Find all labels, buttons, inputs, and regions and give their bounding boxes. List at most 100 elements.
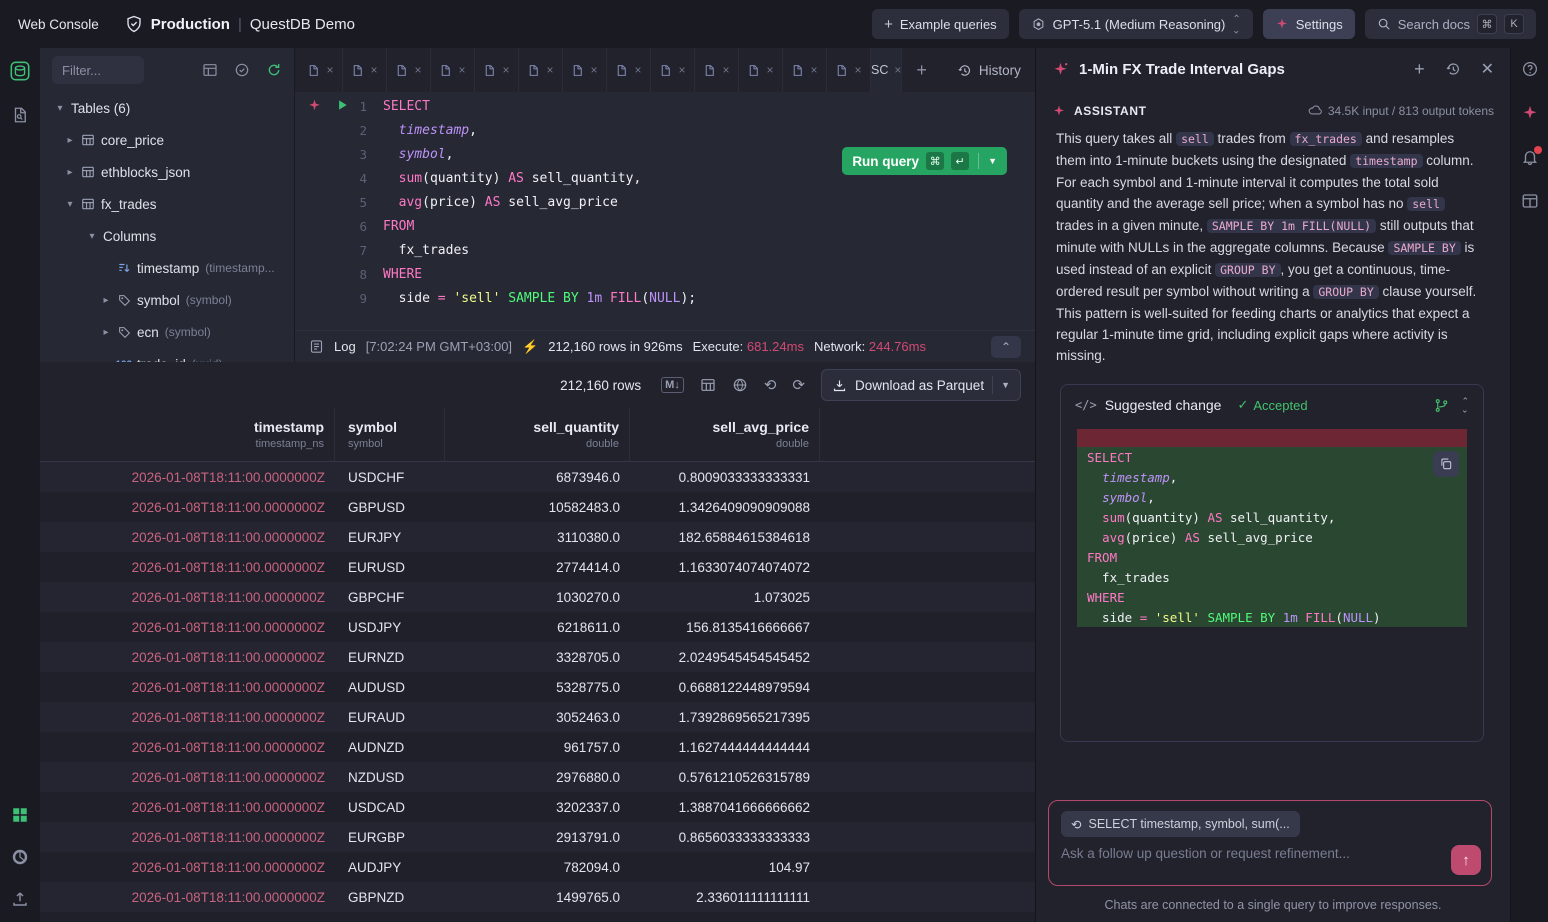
table-row[interactable]: 2026-01-08T18:11:00.0000000ZGBPUSD105824… bbox=[40, 492, 1035, 522]
table-row[interactable]: 2026-01-08T18:11:00.0000000ZAUDUSD532877… bbox=[40, 672, 1035, 702]
code-line-7[interactable]: 7 fx_trades bbox=[295, 238, 1035, 262]
chat-input-box[interactable]: ⟲ SELECT timestamp, symbol, sum(... ↑ bbox=[1048, 800, 1492, 886]
editor-tab[interactable]: × bbox=[607, 48, 651, 92]
git-branch-icon[interactable] bbox=[1434, 398, 1449, 413]
instance-selector[interactable]: Production | QuestDB Demo bbox=[125, 15, 355, 33]
code-line-6[interactable]: 6FROM bbox=[295, 214, 1035, 238]
close-tab-icon[interactable]: × bbox=[546, 63, 553, 77]
table-row[interactable]: 2026-01-08T18:11:00.0000000ZGBPCHF103027… bbox=[40, 582, 1035, 612]
file-search-icon[interactable] bbox=[11, 106, 29, 124]
close-tab-icon[interactable]: × bbox=[766, 63, 773, 77]
column-header-timestamp[interactable]: timestamp timestamp_ns bbox=[40, 408, 335, 461]
table-row[interactable]: 2026-01-08T18:11:00.0000000ZGBPNZD149976… bbox=[40, 882, 1035, 912]
table-row[interactable]: 2026-01-08T18:11:00.0000000ZUSDCAD320233… bbox=[40, 792, 1035, 822]
grid-icon[interactable] bbox=[700, 377, 716, 393]
schema-table-core_price[interactable]: ▸core_price bbox=[40, 124, 294, 156]
code-line-9[interactable]: 9 side = 'sell' SAMPLE BY 1m FILL(NULL); bbox=[295, 286, 1035, 310]
table-row[interactable]: 2026-01-08T18:11:00.0000000ZAUDJPY782094… bbox=[40, 852, 1035, 882]
code-editor[interactable]: 1SELECT2 timestamp,3 symbol,4 sum(quanti… bbox=[295, 92, 1035, 330]
log-label[interactable]: Log bbox=[334, 339, 356, 354]
table-row[interactable]: 2026-01-08T18:11:00.0000000ZEURUSD277441… bbox=[40, 552, 1035, 582]
layout-columns-icon[interactable] bbox=[1521, 192, 1539, 210]
table-row[interactable]: 2026-01-08T18:11:00.0000000ZEURJPY311038… bbox=[40, 522, 1035, 552]
editor-tab[interactable]: × bbox=[739, 48, 783, 92]
code-line-1[interactable]: 1SELECT bbox=[295, 94, 1035, 118]
close-tab-icon[interactable]: × bbox=[370, 63, 377, 77]
new-tab-button[interactable]: + bbox=[902, 48, 941, 92]
close-chat-icon[interactable]: ✕ bbox=[1481, 59, 1494, 79]
editor-tab[interactable]: × bbox=[651, 48, 695, 92]
chat-history-icon[interactable] bbox=[1445, 61, 1461, 77]
run-query-button[interactable]: Run query ⌘ ↵ ▼ bbox=[842, 147, 1007, 175]
column-header-symbol[interactable]: symbol symbol bbox=[335, 408, 445, 461]
schema-table-fx_trades[interactable]: ▾fx_trades bbox=[40, 188, 294, 220]
close-tab-icon[interactable]: × bbox=[678, 63, 685, 77]
model-selector[interactable]: GPT-5.1 (Medium Reasoning) ⌃⌃ bbox=[1019, 9, 1253, 39]
refresh-icon[interactable]: ⟳ bbox=[792, 376, 805, 394]
undo-icon[interactable]: ⟲ bbox=[764, 376, 777, 394]
notifications-bell-icon[interactable] bbox=[1521, 148, 1539, 166]
grid-view-icon[interactable] bbox=[11, 806, 29, 824]
tables-root[interactable]: ▾ Tables (6) bbox=[40, 92, 294, 124]
refresh-icon[interactable] bbox=[266, 62, 282, 78]
filter-input[interactable] bbox=[52, 56, 144, 84]
editor-tab[interactable]: × bbox=[695, 48, 739, 92]
code-line-5[interactable]: 5 avg(price) AS sell_avg_price bbox=[295, 190, 1035, 214]
table-row[interactable]: 2026-01-08T18:11:00.0000000ZEURNZD332870… bbox=[40, 642, 1035, 672]
settings-button[interactable]: Settings bbox=[1263, 9, 1355, 39]
close-tab-icon[interactable]: × bbox=[810, 63, 817, 77]
expand-icon[interactable]: ⌃⌃ bbox=[1461, 398, 1469, 412]
chevron-down-icon[interactable]: ▼ bbox=[988, 156, 997, 166]
table-row[interactable]: 2026-01-08T18:11:00.0000000ZEURAUD305246… bbox=[40, 702, 1035, 732]
ai-sparkle-icon[interactable] bbox=[307, 98, 322, 113]
code-line-2[interactable]: 2 timestamp, bbox=[295, 118, 1035, 142]
copy-icon[interactable] bbox=[1433, 451, 1459, 477]
editor-tab[interactable]: × bbox=[563, 48, 607, 92]
send-button[interactable]: ↑ bbox=[1451, 845, 1481, 875]
editor-tab[interactable]: × bbox=[343, 48, 387, 92]
chevron-down-icon[interactable]: ▼ bbox=[1001, 380, 1010, 390]
query-context-chip[interactable]: ⟲ SELECT timestamp, symbol, sum(... bbox=[1061, 811, 1300, 837]
column-header-sell-avg-price[interactable]: sell_avg_price double bbox=[630, 408, 820, 461]
close-tab-icon[interactable]: × bbox=[722, 63, 729, 77]
close-tab-icon[interactable]: × bbox=[502, 63, 509, 77]
close-tab-icon[interactable]: × bbox=[590, 63, 597, 77]
column-header-sell-quantity[interactable]: sell_quantity double bbox=[445, 408, 630, 461]
check-circle-icon[interactable] bbox=[234, 62, 250, 78]
close-tab-icon[interactable]: × bbox=[458, 63, 465, 77]
editor-tab[interactable]: × bbox=[387, 48, 431, 92]
chat-input[interactable] bbox=[1061, 846, 1421, 861]
table-row[interactable]: 2026-01-08T18:11:00.0000000ZUSDCHF687394… bbox=[40, 462, 1035, 492]
markdown-export-icon[interactable]: M↓ bbox=[661, 377, 684, 393]
close-tab-icon[interactable]: × bbox=[894, 63, 901, 77]
close-tab-icon[interactable]: × bbox=[414, 63, 421, 77]
add-table-icon[interactable] bbox=[202, 62, 218, 78]
schema-column-trade_id[interactable]: 123trade_id(uuid) bbox=[40, 348, 294, 362]
globe-icon[interactable] bbox=[732, 377, 748, 393]
code-line-8[interactable]: 8WHERE bbox=[295, 262, 1035, 286]
collapse-log-button[interactable]: ⌃ bbox=[991, 336, 1021, 358]
editor-tab[interactable]: × bbox=[299, 48, 343, 92]
schema-column-ecn[interactable]: ▸ecn(symbol) bbox=[40, 316, 294, 348]
close-tab-icon[interactable]: × bbox=[634, 63, 641, 77]
close-tab-icon[interactable]: × bbox=[326, 63, 333, 77]
schema-table-ethblocks_json[interactable]: ▸ethblocks_json bbox=[40, 156, 294, 188]
help-icon[interactable] bbox=[1521, 60, 1539, 78]
example-queries-button[interactable]: + Example queries bbox=[872, 9, 1009, 39]
editor-tab[interactable]: × bbox=[475, 48, 519, 92]
chat-toggle-sparkle-icon[interactable] bbox=[1521, 104, 1539, 122]
editor-tab[interactable]: × bbox=[519, 48, 563, 92]
editor-tab[interactable]: × bbox=[783, 48, 827, 92]
table-row[interactable]: 2026-01-08T18:11:00.0000000ZUSDJPY621861… bbox=[40, 612, 1035, 642]
upload-icon[interactable] bbox=[11, 890, 29, 908]
questdb-logo-icon[interactable] bbox=[9, 60, 31, 82]
schema-column-symbol[interactable]: ▸symbol(symbol) bbox=[40, 284, 294, 316]
table-row[interactable]: 2026-01-08T18:11:00.0000000ZNZDUSD297688… bbox=[40, 762, 1035, 792]
table-row[interactable]: 2026-01-08T18:11:00.0000000ZEURGBP291379… bbox=[40, 822, 1035, 852]
schema-column-timestamp[interactable]: timestamp(timestamp... bbox=[40, 252, 294, 284]
editor-tab[interactable]: × bbox=[827, 48, 871, 92]
active-editor-tab[interactable]: SC × bbox=[871, 48, 902, 92]
editor-tab[interactable]: × bbox=[431, 48, 475, 92]
history-button[interactable]: History bbox=[941, 48, 1037, 92]
table-row[interactable]: 2026-01-08T18:11:00.0000000ZAUDNZD961757… bbox=[40, 732, 1035, 762]
